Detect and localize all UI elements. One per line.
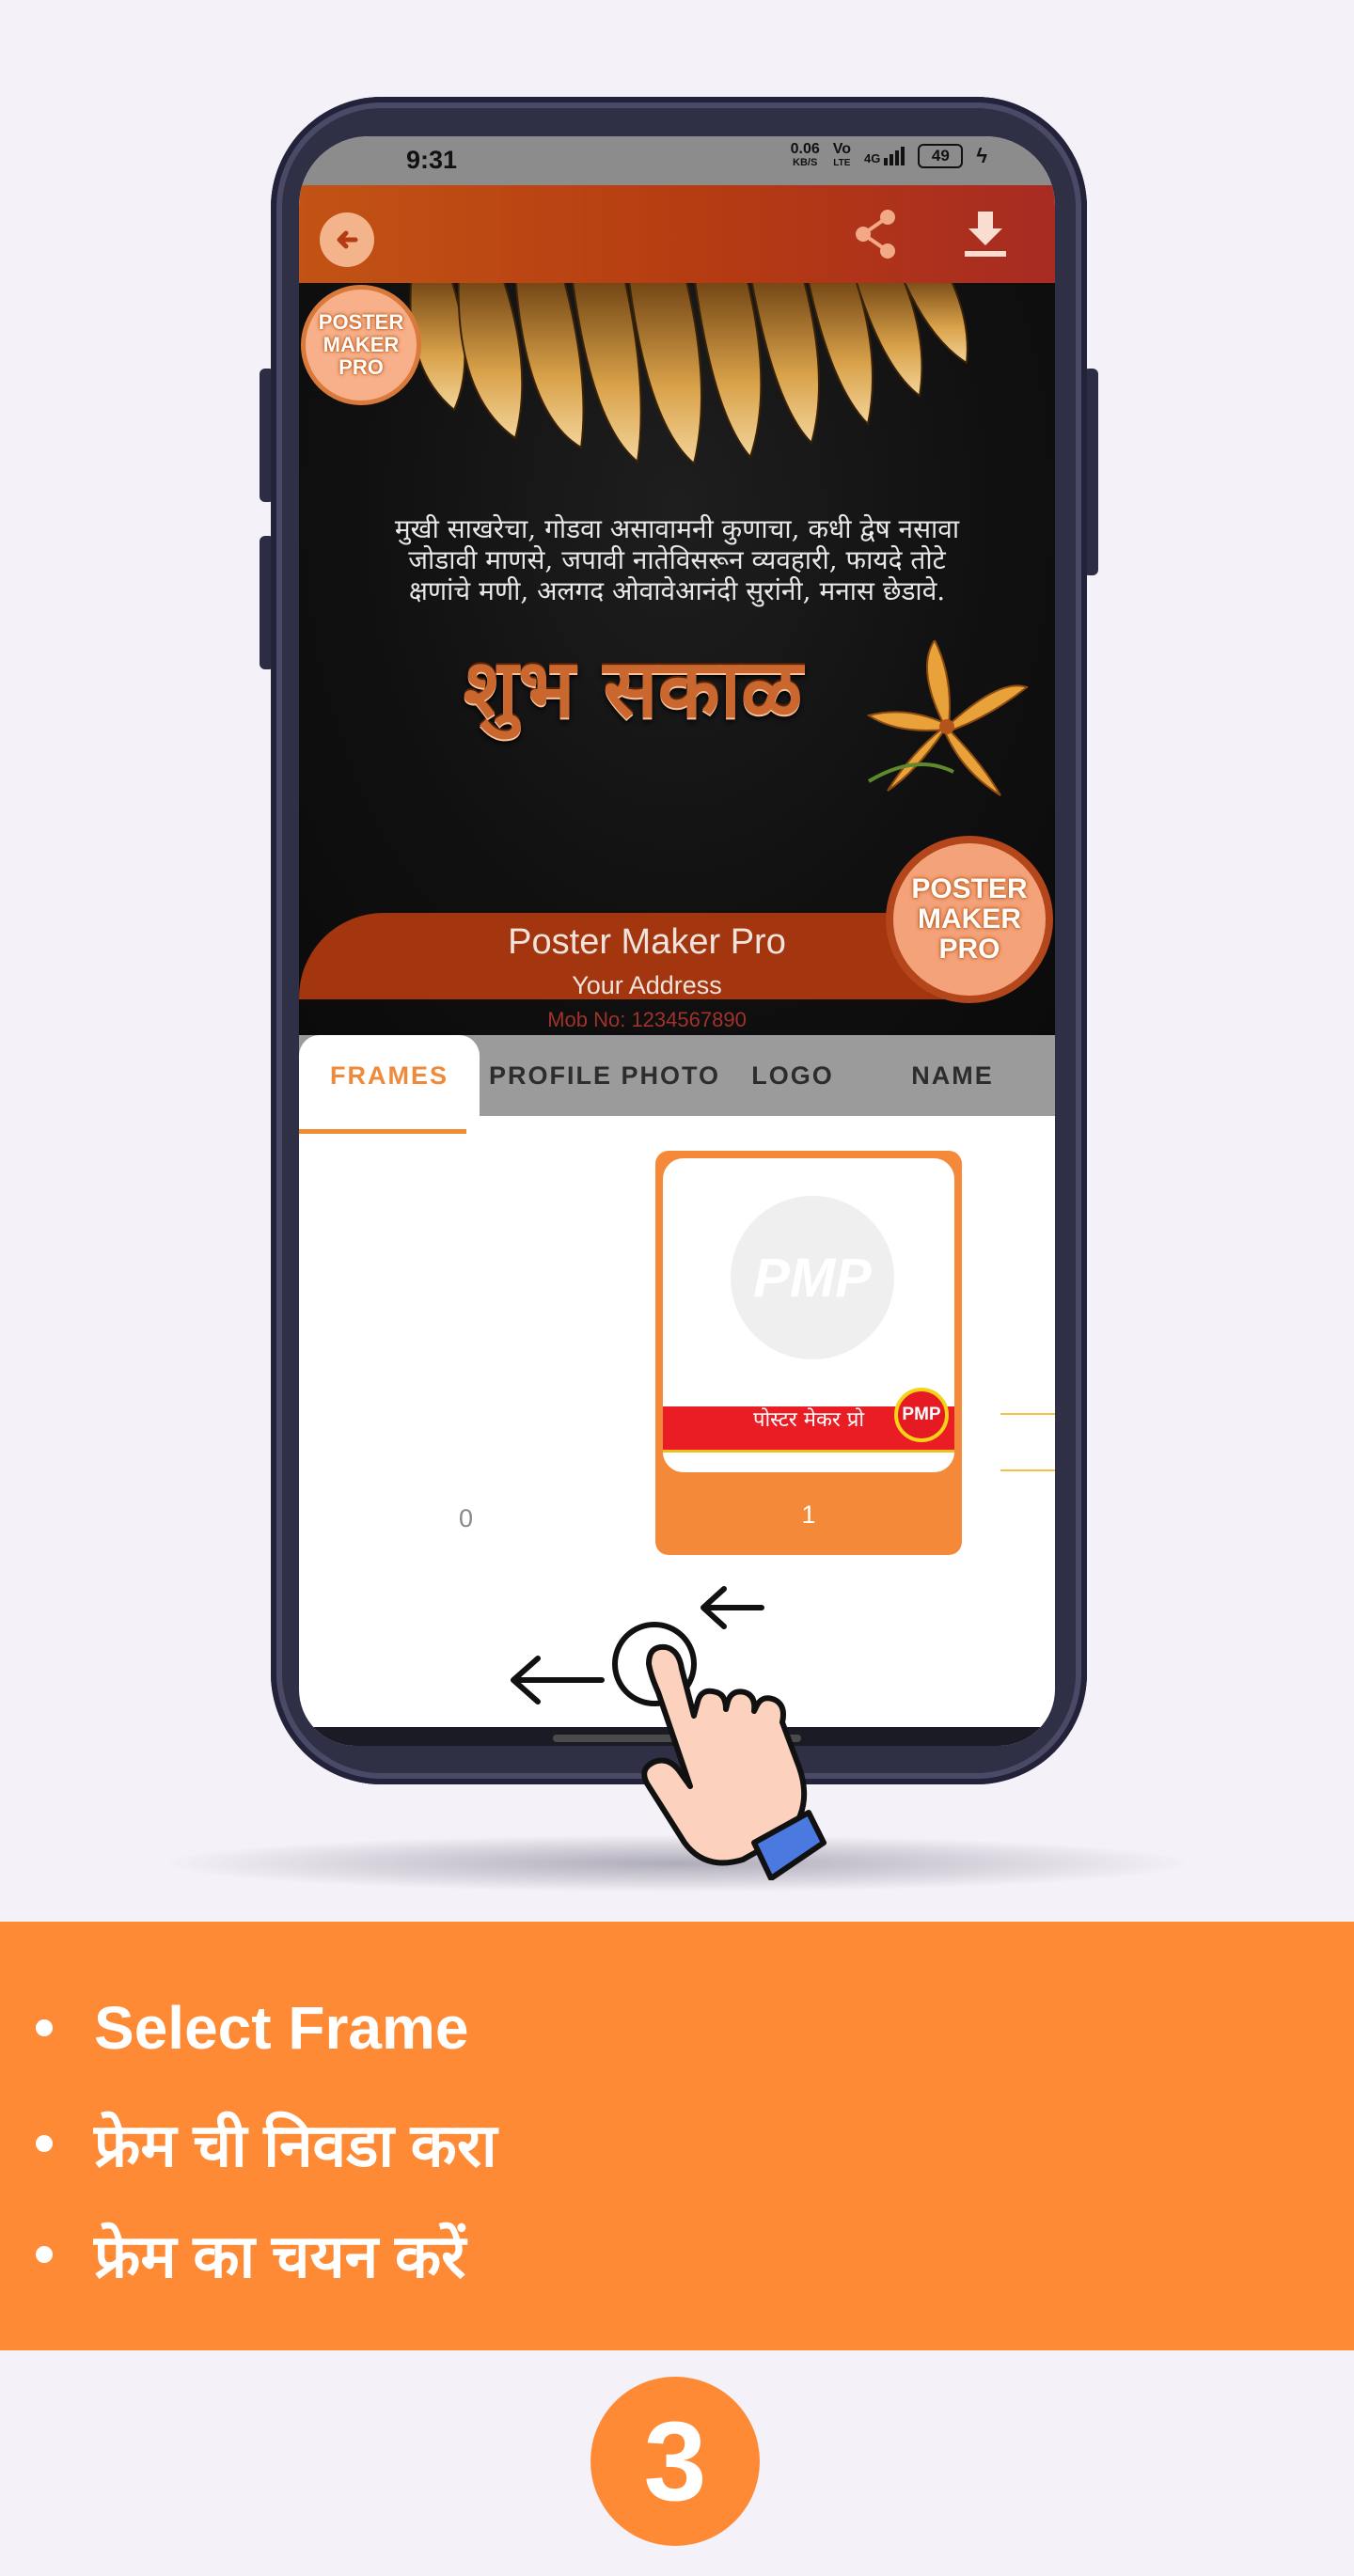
poster-mobile: Mob No: 1234567890: [547, 1008, 747, 1031]
status-time: 9:31: [406, 146, 458, 174]
bullet-icon: [36, 2019, 53, 2036]
volte-bottom: LTE: [833, 158, 851, 168]
battery-icon: 49: [918, 144, 964, 168]
lily-flower-image: [866, 640, 1029, 796]
tab-logo[interactable]: LOGO: [732, 1035, 854, 1116]
battery-level: 49: [931, 147, 950, 165]
frame-item-1[interactable]: PMP पोस्टर मेकर प्रो PMP 1: [655, 1151, 962, 1555]
volte-icon: Vo LTE: [833, 142, 851, 170]
download-button[interactable]: [957, 206, 1014, 262]
frame-badge: PMP: [894, 1388, 949, 1442]
bullet-icon: [36, 2134, 53, 2152]
arrow-left-icon: [337, 230, 358, 249]
volte-top: Vo: [832, 141, 851, 157]
poster-address: Your Address: [572, 971, 722, 999]
poster-greeting: शुभ सकाळ: [463, 641, 803, 736]
charging-icon: ϟ: [976, 144, 987, 167]
phone-screen: 9:31 0.06 KB/S Vo LTE 4G 49 ϟ POSTER MAK…: [299, 136, 1055, 1746]
instruction-text: Select Frame: [94, 1994, 469, 2062]
next-frame-edge: [1000, 1413, 1055, 1415]
status-icons: 0.06 KB/S Vo LTE 4G 49 ϟ: [791, 142, 987, 170]
frame-item-0-label[interactable]: 0: [459, 1504, 473, 1533]
share-icon: [856, 210, 895, 259]
quote-line: मुखी साखरेचा, गोडवा असावामनी कुणाचा, कधी…: [394, 513, 960, 544]
back-button[interactable]: [320, 212, 374, 267]
bullet-icon: [36, 2245, 53, 2263]
arrow-left-icon: [701, 1586, 764, 1629]
network-speed-value: 0.06: [790, 141, 820, 157]
top-toolbar: [299, 185, 1055, 283]
frame-photo-placeholder: PMP: [731, 1196, 894, 1359]
quote-line: जोडावी माणसे, जपावी नातेविसरून व्यवहारी,…: [408, 544, 946, 575]
step-number-badge: 3: [590, 2377, 760, 2546]
download-icon: [965, 212, 1006, 257]
logo-text-line: MAKER: [323, 333, 400, 356]
hand-pointer-icon: [612, 1622, 827, 1880]
instruction-item: फ्रेम का चयन करें: [36, 2213, 465, 2295]
tab-name[interactable]: NAME: [863, 1035, 1042, 1116]
network-type: 4G: [864, 151, 881, 165]
next-frame-edge: [1000, 1469, 1055, 1471]
swipe-gesture-illustration: [511, 1586, 827, 1880]
frame-item-1-label: 1: [801, 1500, 816, 1529]
logo-text-line: PRO: [938, 934, 1000, 965]
frame-contact-strip: [663, 1450, 954, 1472]
instruction-item: Select Frame: [36, 1993, 468, 2063]
network-speed: 0.06 KB/S: [791, 142, 820, 170]
poster-quote: मुखी साखरेचा, गोडवा असावामनी कुणाचा, कधी…: [299, 513, 1055, 606]
logo-text-line: POSTER: [318, 310, 404, 334]
logo-text-line: PRO: [338, 355, 384, 379]
signal-icon: 4G: [864, 147, 905, 165]
poster-preview: POSTER MAKER PRO मुखी साखरेचा, गोडवा असा…: [299, 283, 1055, 1035]
status-bar: 9:31 0.06 KB/S Vo LTE 4G 49 ϟ: [299, 136, 1055, 185]
instruction-text: फ्रेम का चयन करें: [94, 2223, 466, 2290]
frame-thumbnail: PMP पोस्टर मेकर प्रो PMP: [663, 1158, 954, 1472]
active-tab-indicator: [299, 1129, 466, 1134]
logo-text-line: MAKER: [917, 903, 1021, 935]
poster-logo-top: POSTER MAKER PRO: [301, 285, 421, 405]
quote-line: क्षणांचे मणी, अलगद ओवावेआनंदी सुरांनी, म…: [408, 575, 946, 606]
tab-profile-photo[interactable]: PROFILE PHOTO: [487, 1035, 722, 1116]
instruction-item: फ्रेम ची निवडा करा: [36, 2102, 497, 2184]
arrow-left-icon: [511, 1656, 605, 1704]
tab-frames[interactable]: FRAMES: [299, 1035, 480, 1116]
instructions-panel: Select Frame फ्रेम ची निवडा करा फ्रेम का…: [0, 1922, 1354, 2350]
instruction-text: फ्रेम ची निवडा करा: [94, 2112, 497, 2179]
editor-tab-bar: FRAMES PROFILE PHOTO LOGO NAME: [299, 1035, 1055, 1116]
poster-logo-bottom: POSTER MAKER PRO: [886, 836, 1053, 1003]
network-speed-unit: KB/S: [793, 157, 818, 168]
share-button[interactable]: [848, 206, 905, 262]
logo-text-line: POSTER: [911, 873, 1028, 904]
flower-petals-image: [409, 283, 968, 465]
